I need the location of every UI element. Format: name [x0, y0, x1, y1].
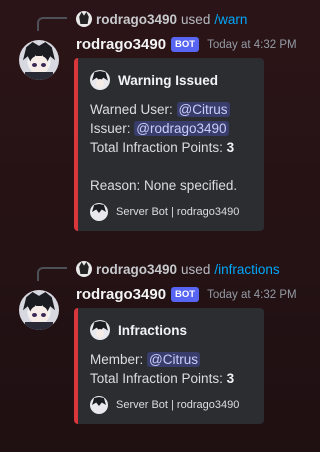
message-header: rodrago3490 BOT Today at 4:32 PM [76, 36, 297, 53]
mention-issuer[interactable]: @rodrago3490 [134, 121, 229, 136]
embed-field-warned-user: Warned User: @Citrus [90, 100, 254, 119]
infraction-points-value: 3 [226, 371, 235, 386]
reply-used-text: used [181, 261, 211, 277]
message-warn: rodrago3490 used /warn rodrago3490 BOT T… [0, 8, 320, 248]
warned-user-label: Warned User: [90, 102, 173, 117]
embed-field-infraction-points: Total Infraction Points: 3 [90, 138, 254, 157]
embed-footer: Server Bot | rodrago3490 [90, 203, 254, 221]
reply-used-text: used [181, 11, 211, 27]
reply-username[interactable]: rodrago3490 [96, 12, 177, 27]
embed-field-reason: Reason: None specified. [90, 178, 238, 193]
message-timestamp[interactable]: Today at 4:32 PM [207, 39, 297, 51]
embed-author-avatar-icon [90, 320, 110, 340]
infraction-points-label: Total Infraction Points: [90, 371, 223, 386]
reply-connector [37, 267, 67, 281]
command-reply-header[interactable]: rodrago3490 used /infractions [76, 260, 280, 278]
message-infractions: rodrago3490 used /infractions rodrago349… [0, 258, 320, 448]
reply-avatar-icon [76, 11, 92, 27]
embed-footer-text: Server Bot | rodrago3490 [116, 399, 240, 411]
embed-author: Warning Issued [90, 70, 254, 90]
message-username[interactable]: rodrago3490 [76, 286, 166, 303]
reply-username[interactable]: rodrago3490 [96, 262, 177, 277]
reply-command-link[interactable]: /warn [214, 12, 247, 27]
avatar[interactable] [19, 40, 59, 80]
message-username[interactable]: rodrago3490 [76, 36, 166, 53]
chat-view: rodrago3490 used /warn rodrago3490 BOT T… [0, 0, 320, 452]
message-header: rodrago3490 BOT Today at 4:32 PM [76, 286, 297, 303]
embed-title: Warning Issued [118, 72, 219, 88]
embed-field-member: Member: @Citrus [90, 350, 254, 369]
bot-badge: BOT [171, 37, 200, 52]
issuer-label: Issuer: [90, 121, 131, 136]
embed-author-avatar-icon [90, 70, 110, 90]
avatar[interactable] [19, 290, 59, 330]
infraction-points-label: Total Infraction Points: [90, 140, 223, 155]
reply-avatar-icon [76, 261, 92, 277]
infraction-points-value: 3 [226, 140, 235, 155]
embed-footer-avatar-icon [90, 396, 108, 414]
mention-warned-user[interactable]: @Citrus [176, 102, 230, 117]
embed-title: Infractions [118, 322, 188, 338]
embed-warning-issued: Warning Issued Warned User: @Citrus Issu… [74, 58, 264, 231]
embed-footer-avatar-icon [90, 203, 108, 221]
embed-field-infraction-points: Total Infraction Points: 3 [90, 369, 254, 388]
reply-command-link[interactable]: /infractions [214, 262, 279, 277]
mention-member[interactable]: @Citrus [147, 352, 200, 367]
bot-badge: BOT [171, 287, 200, 302]
reply-connector [37, 17, 67, 31]
embed-field-issuer: Issuer: @rodrago3490 [90, 119, 254, 138]
embed-infractions: Infractions Member: @Citrus Total Infrac… [74, 308, 264, 424]
embed-footer: Server Bot | rodrago3490 [90, 396, 254, 414]
member-label: Member: [90, 352, 144, 367]
message-timestamp[interactable]: Today at 4:32 PM [207, 289, 297, 301]
embed-author: Infractions [90, 320, 254, 340]
command-reply-header[interactable]: rodrago3490 used /warn [76, 10, 247, 28]
embed-footer-text: Server Bot | rodrago3490 [116, 206, 240, 218]
